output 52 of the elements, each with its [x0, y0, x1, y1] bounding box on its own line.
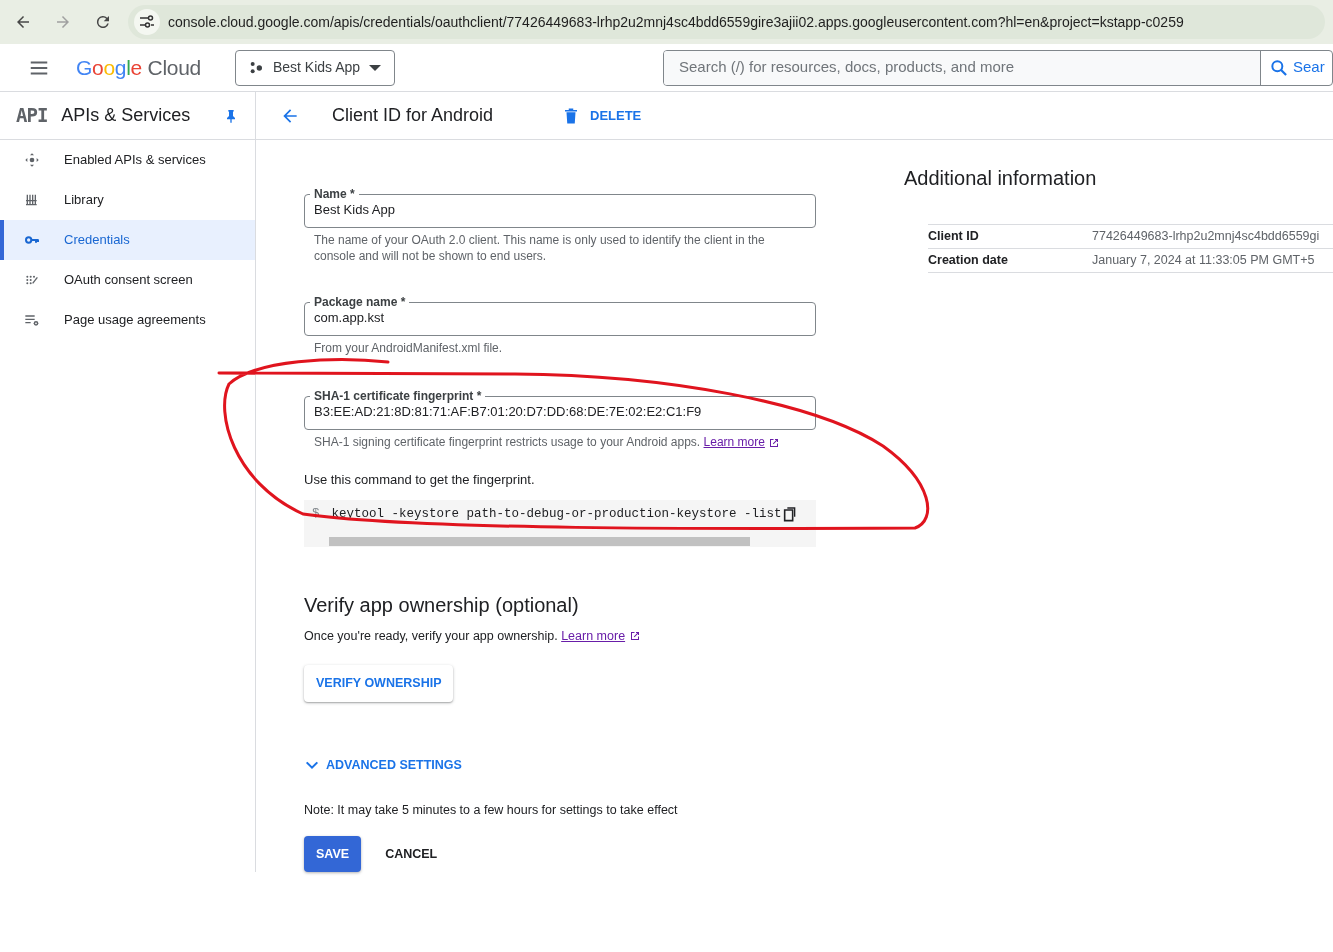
- delete-button[interactable]: DELETE: [556, 101, 648, 130]
- reload-icon: [94, 13, 112, 31]
- project-selector[interactable]: Best Kids App: [234, 49, 395, 86]
- learn-more-link[interactable]: Learn more: [703, 435, 765, 449]
- cancel-button[interactable]: CANCEL: [373, 835, 450, 873]
- save-button[interactable]: SAVE: [304, 835, 362, 873]
- field-label: Package name *: [313, 294, 407, 310]
- text-input[interactable]: B3:EE:AD:21:8D:81:71:AF:B7:01:20:D7:DD:68:DE:7E:02:E2:C1:F9: [314, 404, 806, 420]
- text-field[interactable]: Name * Best Kids App: [304, 186, 816, 228]
- section-heading: Verify app ownership (optional): [304, 592, 580, 617]
- text-input[interactable]: com.app.kst: [314, 310, 806, 326]
- sidebar-item[interactable]: Credentials: [0, 220, 255, 260]
- sidebar-item[interactable]: OAuth consent screen: [0, 260, 255, 300]
- info-label: Client ID: [928, 228, 980, 246]
- text-input[interactable]: Best Kids App: [314, 202, 806, 218]
- copy-icon[interactable]: [781, 505, 798, 522]
- list-gear-icon: [24, 312, 40, 328]
- learn-more-link[interactable]: Learn more: [561, 628, 626, 643]
- command-text: keytool -keystore path-to-debug-or-production-keystore -list: [331, 505, 782, 523]
- address-bar[interactable]: console.cloud.google.com/apis/credentials/oauthclient/77426449683-lrhp2u2mnj4sc4bdd6559gire3ajii02.apps.googleusercontent.com?hl=en&project=kstapp-c0259: [128, 5, 1325, 39]
- sidebar-item[interactable]: Enabled APIs & services: [0, 140, 255, 180]
- info-label: Creation date: [928, 252, 1009, 270]
- columns-icon: [24, 192, 40, 208]
- external-link-icon: [768, 436, 781, 449]
- info-value: January 7, 2024 at 11:33:05 PM GMT+5: [1092, 252, 1315, 270]
- external-link-icon: [628, 630, 641, 643]
- sidebar-title: APIs & Services: [61, 104, 192, 127]
- description-text: Once you're ready, verify your app ownership.: [304, 628, 559, 643]
- forward-arrow-icon: [54, 13, 72, 31]
- api-logo: API: [16, 103, 48, 129]
- dropdown-caret-icon: [369, 64, 382, 71]
- url-text: console.cloud.google.com/apis/credentials/oauthclient/77426449683-lrhp2u2mnj4sc4bdd6559gire3ajii02.apps.googleusercontent.com?hl=en&project=kstapp-c0259: [168, 12, 1184, 32]
- sidebar-item[interactable]: Library: [0, 180, 255, 220]
- page-title: Client ID for Android: [332, 104, 495, 127]
- google-cloud-logo[interactable]: Google Cloud: [76, 51, 201, 84]
- help-text: The name of your OAuth 2.0 client. This name is only used to identify the client in the console and will not be shown to end users.: [313, 232, 766, 264]
- info-value: 77426449683-lrhp2u2mnj4sc4bdd6559gi: [1092, 228, 1320, 246]
- scrollbar-thumb[interactable]: [329, 536, 750, 546]
- move-arrows-icon: [24, 152, 40, 168]
- instruction-text: Use this command to get the fingerprint.: [304, 471, 536, 489]
- help-text: SHA-1 signing certificate fingerprint restricts usage to your Android apps.: [314, 435, 702, 449]
- site-settings-icon[interactable]: [134, 9, 160, 35]
- note-text: Note: It may take 5 minutes to a few hours for settings to take effect: [304, 801, 679, 819]
- field-label: SHA-1 certificate fingerprint *: [313, 388, 483, 404]
- section-heading: Additional information: [904, 166, 1098, 190]
- text-field[interactable]: Package name * com.app.kst: [304, 294, 816, 336]
- sidebar-item[interactable]: Page usage agreements: [0, 300, 255, 340]
- help-text: From your AndroidManifest.xml file.: [313, 340, 504, 356]
- verify-ownership-button[interactable]: VERIFY OWNERSHIP: [304, 665, 454, 702]
- text-field[interactable]: SHA-1 certificate fingerprint * B3:EE:AD:21:8D:81:71:AF:B7:01:20:D7:DD:68:DE:7E:02:E2:C1:F9: [304, 388, 816, 430]
- field-label: Name *: [313, 186, 356, 202]
- advanced-settings-toggle[interactable]: ADVANCED SETTINGS: [304, 752, 462, 779]
